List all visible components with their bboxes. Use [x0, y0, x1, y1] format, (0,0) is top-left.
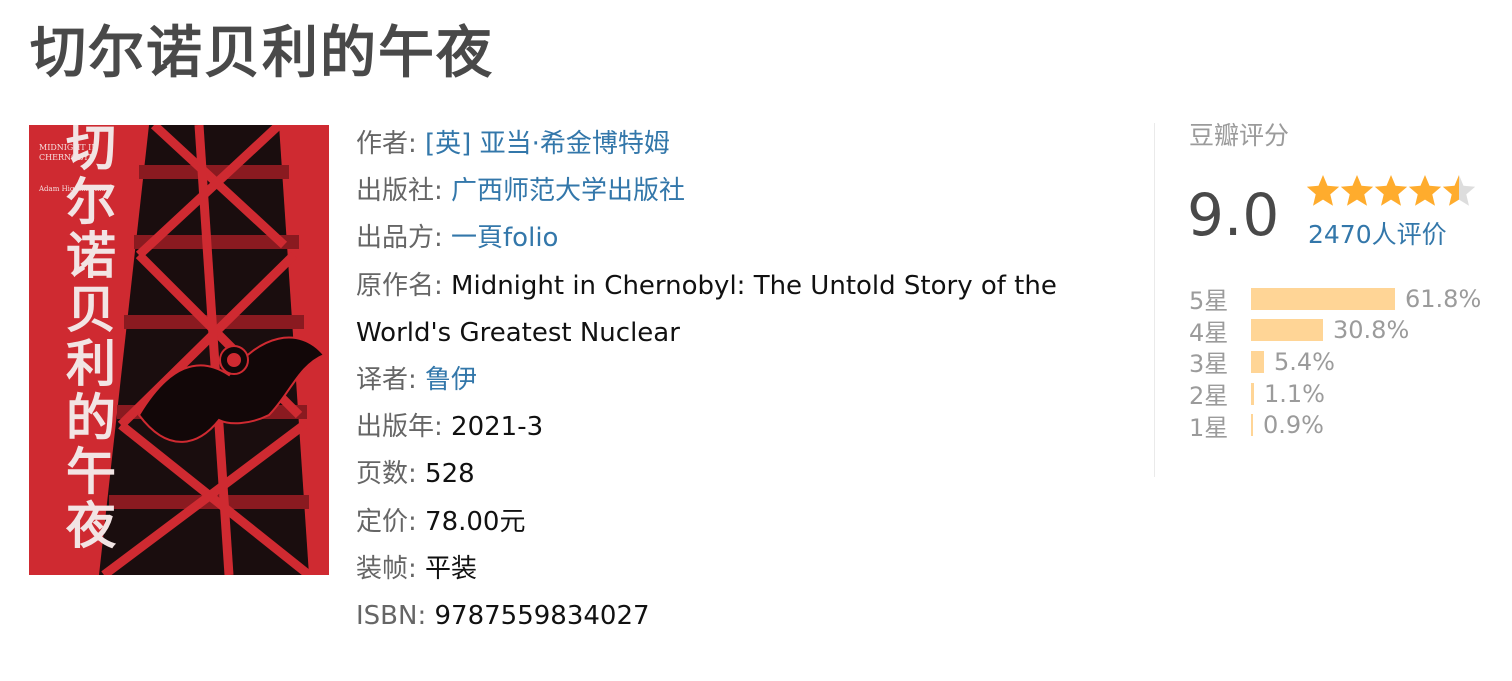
- publisher-label: 出版社:: [356, 176, 443, 207]
- author-label: 作者:: [356, 129, 417, 159]
- original-title-value: Midnight in Chernobyl: The Untold Story …: [356, 270, 1057, 348]
- rating-row-percent: 61.8%: [1405, 284, 1482, 313]
- info-producer: 出品方: 一頁folio: [356, 215, 1096, 262]
- pub-year-value: 2021-3: [451, 412, 544, 443]
- star-icon: [1442, 175, 1476, 206]
- book-info: 作者: [英] 亚当·希金博特姆 出版社: 广西师范大学出版社 出品方: 一頁f…: [356, 121, 1096, 640]
- rating-row-label: 5星: [1189, 287, 1229, 316]
- rating-row-label: 3星: [1189, 350, 1229, 379]
- isbn-label: ISBN:: [356, 601, 427, 632]
- rating-row-percent: 5.4%: [1274, 347, 1335, 376]
- rating-divider: [1154, 123, 1155, 477]
- translator-label: 译者:: [356, 365, 417, 396]
- info-pub-year: 出版年: 2021-3: [356, 404, 1096, 451]
- cover-chinese-title: 切尔诺贝利的午夜: [58, 125, 116, 553]
- rating-row-label: 1星: [1189, 413, 1229, 442]
- book-page: 切尔诺贝利的午夜 MIDNIGHT IN CHERNOBYL Adam Higg…: [0, 0, 1512, 681]
- rating-row: 1星 0.9%: [1189, 409, 1509, 442]
- binding-value: 平装: [425, 553, 478, 584]
- binding-label: 装帧:: [356, 553, 417, 584]
- info-isbn: ISBN: 9787559834027: [356, 593, 1096, 640]
- producer-link[interactable]: 一頁folio: [451, 223, 558, 253]
- rating-count-link[interactable]: 2470人评价: [1308, 218, 1447, 252]
- isbn-value: 9787559834027: [434, 601, 650, 632]
- rating-score: 9.0: [1187, 181, 1280, 249]
- page-title: 切尔诺贝利的午夜: [30, 21, 494, 86]
- rating-title: 豆瓣评分: [1189, 121, 1290, 150]
- rating-row-label: 2星: [1189, 382, 1229, 411]
- pages-value: 528: [425, 459, 475, 490]
- star-icon: [1408, 175, 1442, 206]
- info-original-title: 原作名: Midnight in Chernobyl: The Untold S…: [356, 263, 1096, 357]
- rating-row: 5星 61.8%: [1189, 283, 1509, 316]
- rating-row-percent: 30.8%: [1333, 316, 1410, 345]
- rating-bar: [1251, 287, 1395, 310]
- original-title-label: 原作名:: [356, 270, 443, 301]
- pages-label: 页数:: [356, 459, 417, 490]
- info-price: 定价: 78.00元: [356, 499, 1096, 546]
- info-pages: 页数: 528: [356, 451, 1096, 498]
- rating-bar: [1251, 414, 1253, 437]
- rating-stars: [1306, 175, 1476, 206]
- producer-label: 出品方:: [356, 223, 443, 254]
- author-link[interactable]: [英] 亚当·希金博特姆: [425, 129, 670, 159]
- price-label: 定价:: [356, 506, 417, 537]
- star-icon: [1306, 175, 1340, 206]
- star-icon: [1340, 175, 1374, 206]
- rating-row: 2星 1.1%: [1189, 378, 1509, 411]
- book-cover[interactable]: MIDNIGHT IN CHERNOBYL Adam Higginbotham …: [29, 125, 329, 575]
- info-translator: 译者: 鲁伊: [356, 357, 1096, 404]
- rating-bar: [1251, 350, 1264, 373]
- price-value: 78.00元: [425, 506, 526, 537]
- rating-row: 3星 5.4%: [1189, 346, 1509, 379]
- rating-bar: [1251, 319, 1323, 342]
- pub-year-label: 出版年:: [356, 412, 443, 443]
- rating-row-percent: 0.9%: [1263, 411, 1324, 440]
- rating-row-label: 4星: [1189, 318, 1229, 347]
- rating-row: 4星 30.8%: [1189, 315, 1509, 347]
- info-author: 作者: [英] 亚当·希金博特姆: [356, 121, 1096, 168]
- rating-bar: [1251, 382, 1254, 405]
- info-binding: 装帧: 平装: [356, 546, 1096, 593]
- star-icon: [1374, 175, 1408, 206]
- rating-distribution: 5星 61.8% 4星 30.8% 3星 5.4% 2星 1.1% 1星 0.9%: [1189, 283, 1509, 442]
- translator-link[interactable]: 鲁伊: [425, 365, 477, 395]
- info-publisher: 出版社: 广西师范大学出版社: [356, 168, 1096, 215]
- publisher-link[interactable]: 广西师范大学出版社: [451, 176, 685, 206]
- rating-row-percent: 1.1%: [1264, 379, 1325, 408]
